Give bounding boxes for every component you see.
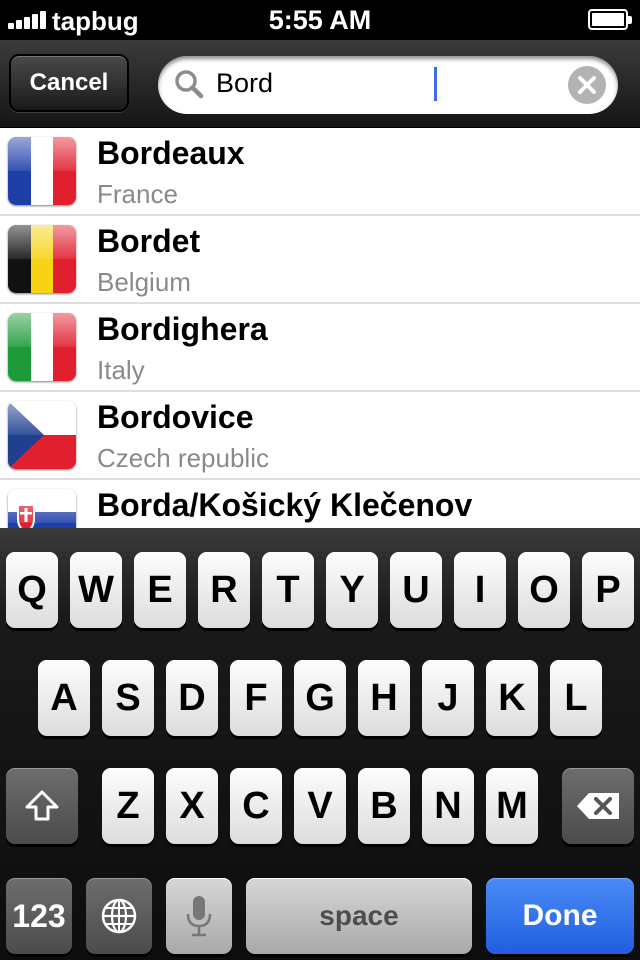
country-name: France: [97, 179, 178, 209]
country-name: Belgium: [97, 267, 191, 297]
list-item[interactable]: Borda/Košický Klečenov: [0, 480, 640, 528]
key-c[interactable]: C: [230, 768, 282, 844]
key-q[interactable]: Q: [6, 552, 58, 628]
belgium-flag-icon: [8, 225, 76, 293]
clear-icon: [578, 76, 596, 94]
numbers-key[interactable]: 123: [6, 878, 72, 954]
list-item[interactable]: Bordeaux France: [0, 128, 640, 216]
cancel-button[interactable]: Cancel: [9, 54, 129, 112]
search-bar: Cancel: [0, 40, 640, 128]
key-a[interactable]: A: [38, 660, 90, 736]
list-item[interactable]: Bordovice Czech republic: [0, 392, 640, 480]
shift-icon: [25, 790, 59, 821]
city-name: Bordighera: [97, 311, 268, 347]
search-input[interactable]: [216, 68, 556, 99]
key-l[interactable]: L: [550, 660, 602, 736]
key-b[interactable]: B: [358, 768, 410, 844]
key-o[interactable]: O: [518, 552, 570, 628]
key-j[interactable]: J: [422, 660, 474, 736]
key-n[interactable]: N: [422, 768, 474, 844]
key-r[interactable]: R: [198, 552, 250, 628]
results-list: Bordeaux France Bordet Belgium Bordigher…: [0, 128, 640, 528]
key-y[interactable]: Y: [326, 552, 378, 628]
search-icon: [175, 70, 204, 99]
list-item[interactable]: Bordighera Italy: [0, 304, 640, 392]
globe-key[interactable]: [86, 878, 152, 954]
backspace-icon: [577, 793, 619, 819]
battery-icon: [588, 9, 632, 30]
search-field[interactable]: [158, 56, 618, 114]
key-x[interactable]: X: [166, 768, 218, 844]
status-bar: tapbug 5:55 AM: [0, 0, 640, 40]
slovakia-flag-icon: [8, 489, 76, 528]
key-w[interactable]: W: [70, 552, 122, 628]
country-name: Czech republic: [97, 443, 269, 473]
space-key[interactable]: space: [246, 878, 472, 954]
city-name: Bordeaux: [97, 135, 245, 171]
microphone-icon: [186, 896, 212, 937]
city-name: Bordovice: [97, 399, 254, 435]
key-f[interactable]: F: [230, 660, 282, 736]
key-m[interactable]: M: [486, 768, 538, 844]
clock: 5:55 AM: [268, 5, 372, 35]
key-u[interactable]: U: [390, 552, 442, 628]
czech-flag-icon: [8, 401, 76, 469]
shift-key[interactable]: [6, 768, 78, 844]
key-s[interactable]: S: [102, 660, 154, 736]
text-caret: [434, 67, 437, 101]
key-v[interactable]: V: [294, 768, 346, 844]
key-e[interactable]: E: [134, 552, 186, 628]
key-t[interactable]: T: [262, 552, 314, 628]
key-p[interactable]: P: [582, 552, 634, 628]
city-name: Borda/Košický Klečenov: [97, 487, 473, 523]
key-d[interactable]: D: [166, 660, 218, 736]
dictation-key[interactable]: [166, 878, 232, 954]
list-item[interactable]: Bordet Belgium: [0, 216, 640, 304]
clear-search-button[interactable]: [568, 66, 606, 104]
done-key[interactable]: Done: [486, 878, 634, 954]
keyboard: Q W E R T Y U I O P A S D F G H J K L Z …: [0, 528, 640, 960]
city-name: Bordet: [97, 223, 201, 259]
italy-flag-icon: [8, 313, 76, 381]
key-h[interactable]: H: [358, 660, 410, 736]
key-z[interactable]: Z: [102, 768, 154, 844]
france-flag-icon: [8, 137, 76, 205]
key-k[interactable]: K: [486, 660, 538, 736]
key-g[interactable]: G: [294, 660, 346, 736]
key-i[interactable]: I: [454, 552, 506, 628]
globe-icon: [101, 898, 137, 934]
backspace-key[interactable]: [562, 768, 634, 844]
country-name: Italy: [97, 355, 145, 385]
